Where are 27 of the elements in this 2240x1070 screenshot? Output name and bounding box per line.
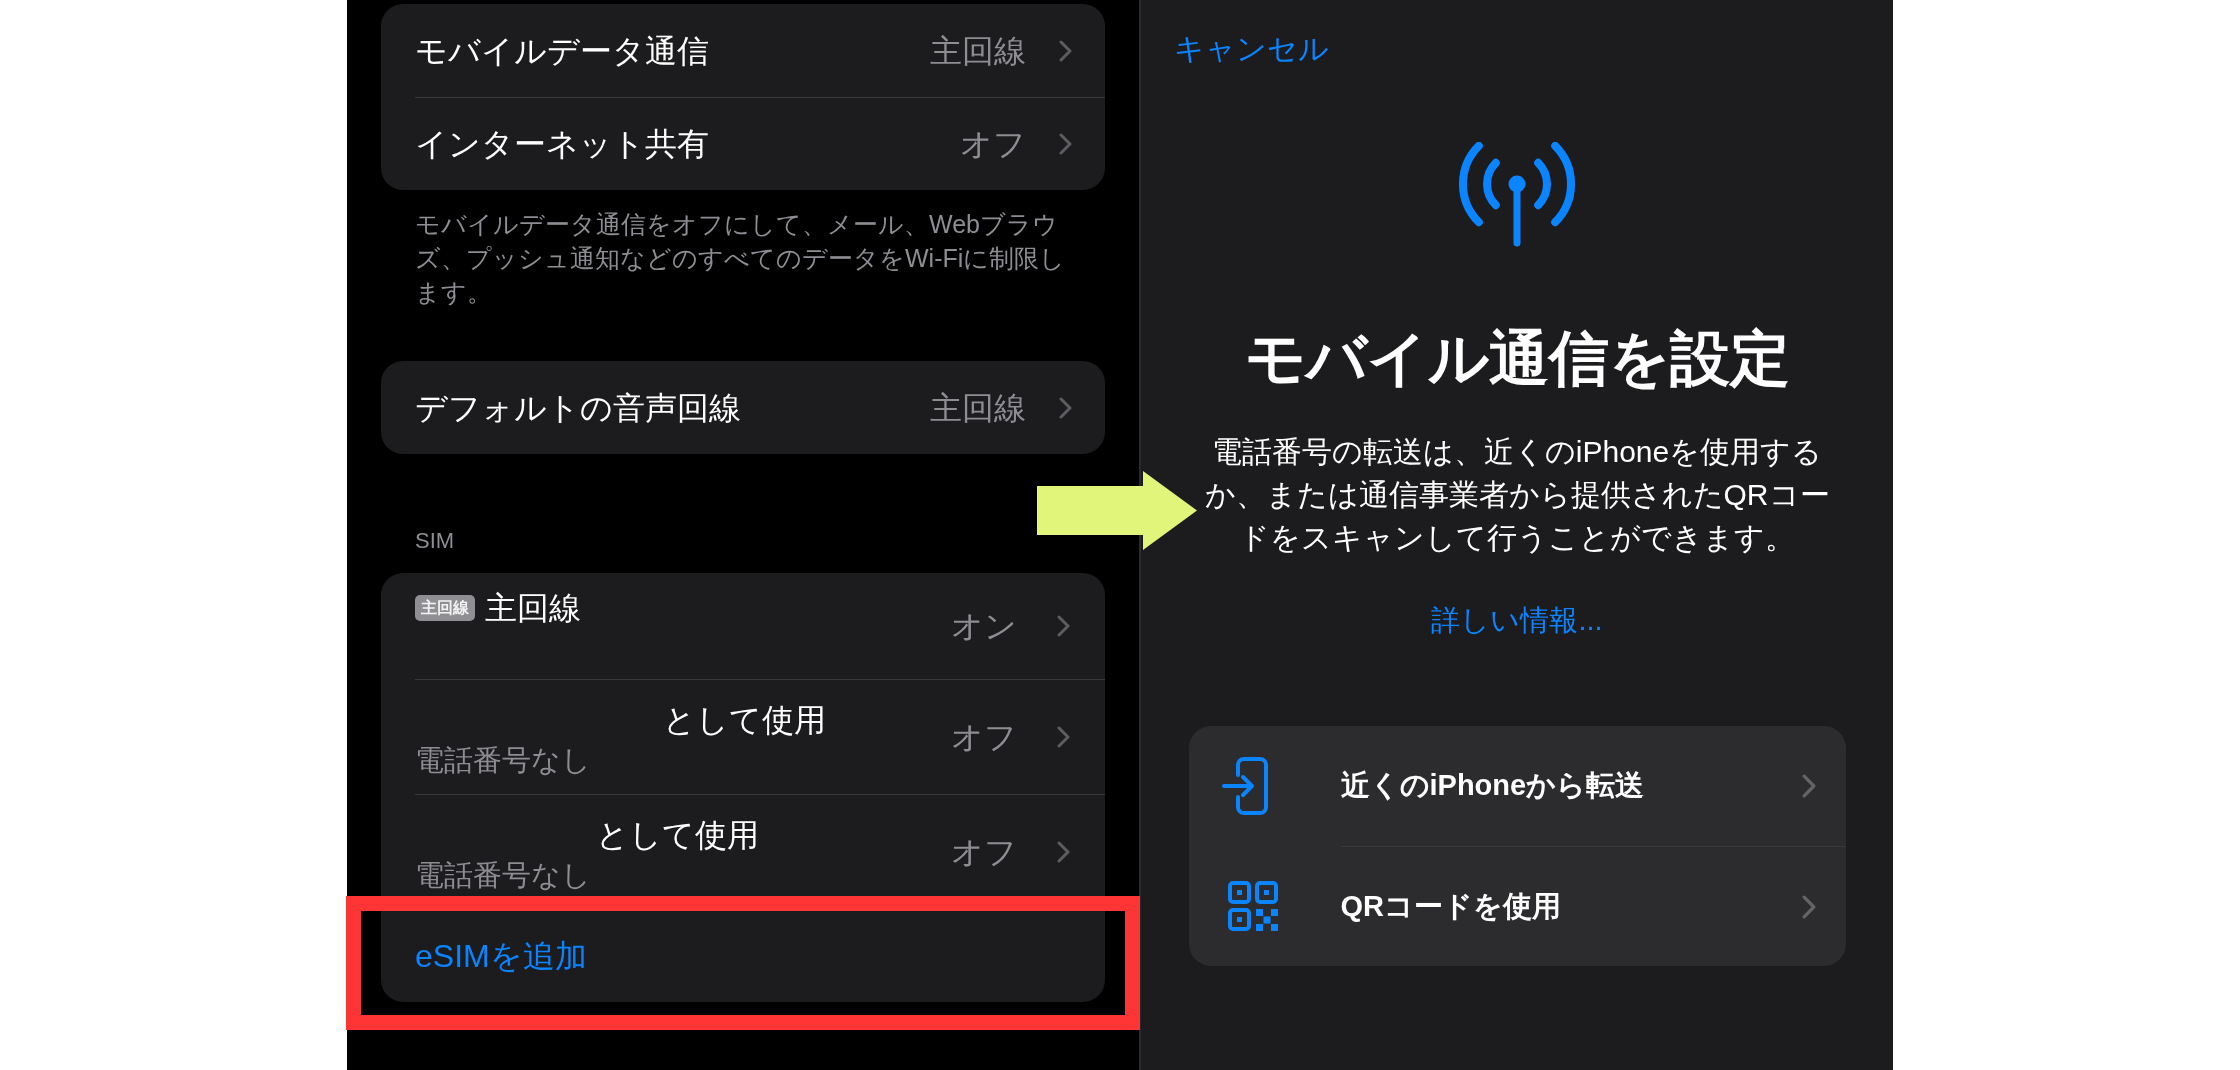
option-row[interactable]: 近くのiPhoneから転送 [1188, 726, 1846, 846]
chevron-right-icon [1059, 396, 1072, 419]
section-header: SIM [415, 528, 455, 554]
qr-code-icon [1227, 881, 1278, 931]
cancel-button[interactable]: キャンセル [1174, 30, 1329, 68]
more-info-link[interactable]: 詳しい情報... [1431, 601, 1603, 639]
settings-row[interactable]: デフォルトの音声回線 主回線 [381, 361, 1105, 454]
sim-line-row[interactable]: として使用 電話番号なし オフ [381, 794, 1105, 909]
sim-line-row[interactable]: 主回線 主回線 オン [381, 573, 1105, 679]
line-badge: 主回線 [415, 595, 475, 621]
chevron-right-icon [1057, 726, 1070, 748]
chevron-right-icon [1059, 39, 1072, 62]
chevron-right-icon [1059, 133, 1072, 155]
chevron-right-icon [1057, 615, 1070, 637]
footer-note: モバイルデータ通信をオフにして、メール、Webブラウズ、プッシュ通知などのすべてのデータをWi-Fiに制限します。 [414, 209, 1067, 308]
chevron-right-icon [1801, 774, 1816, 798]
sheet-description: 電話番号の転送は、近くのiPhoneを使用するか、または通信事業者から提供されたQRコードをスキャンして行うことができます。 [1203, 434, 1831, 556]
add-esim-link[interactable]: eSIMを追加 [415, 932, 587, 980]
option-row[interactable]: QRコードを使用 [1188, 846, 1846, 966]
sim-line-row[interactable]: として使用 電話番号なし オフ [381, 679, 1105, 794]
sheet-title: モバイル通信を設定 [1244, 324, 1790, 394]
chevron-right-icon [1057, 841, 1070, 863]
settings-row[interactable]: モバイルデータ通信 主回線 [381, 4, 1105, 97]
antenna-signal-icon [1457, 142, 1577, 248]
phone-arrow-in-icon [1221, 757, 1268, 815]
chevron-right-icon [1801, 894, 1816, 919]
settings-row[interactable]: インターネット共有 オフ [381, 97, 1105, 190]
